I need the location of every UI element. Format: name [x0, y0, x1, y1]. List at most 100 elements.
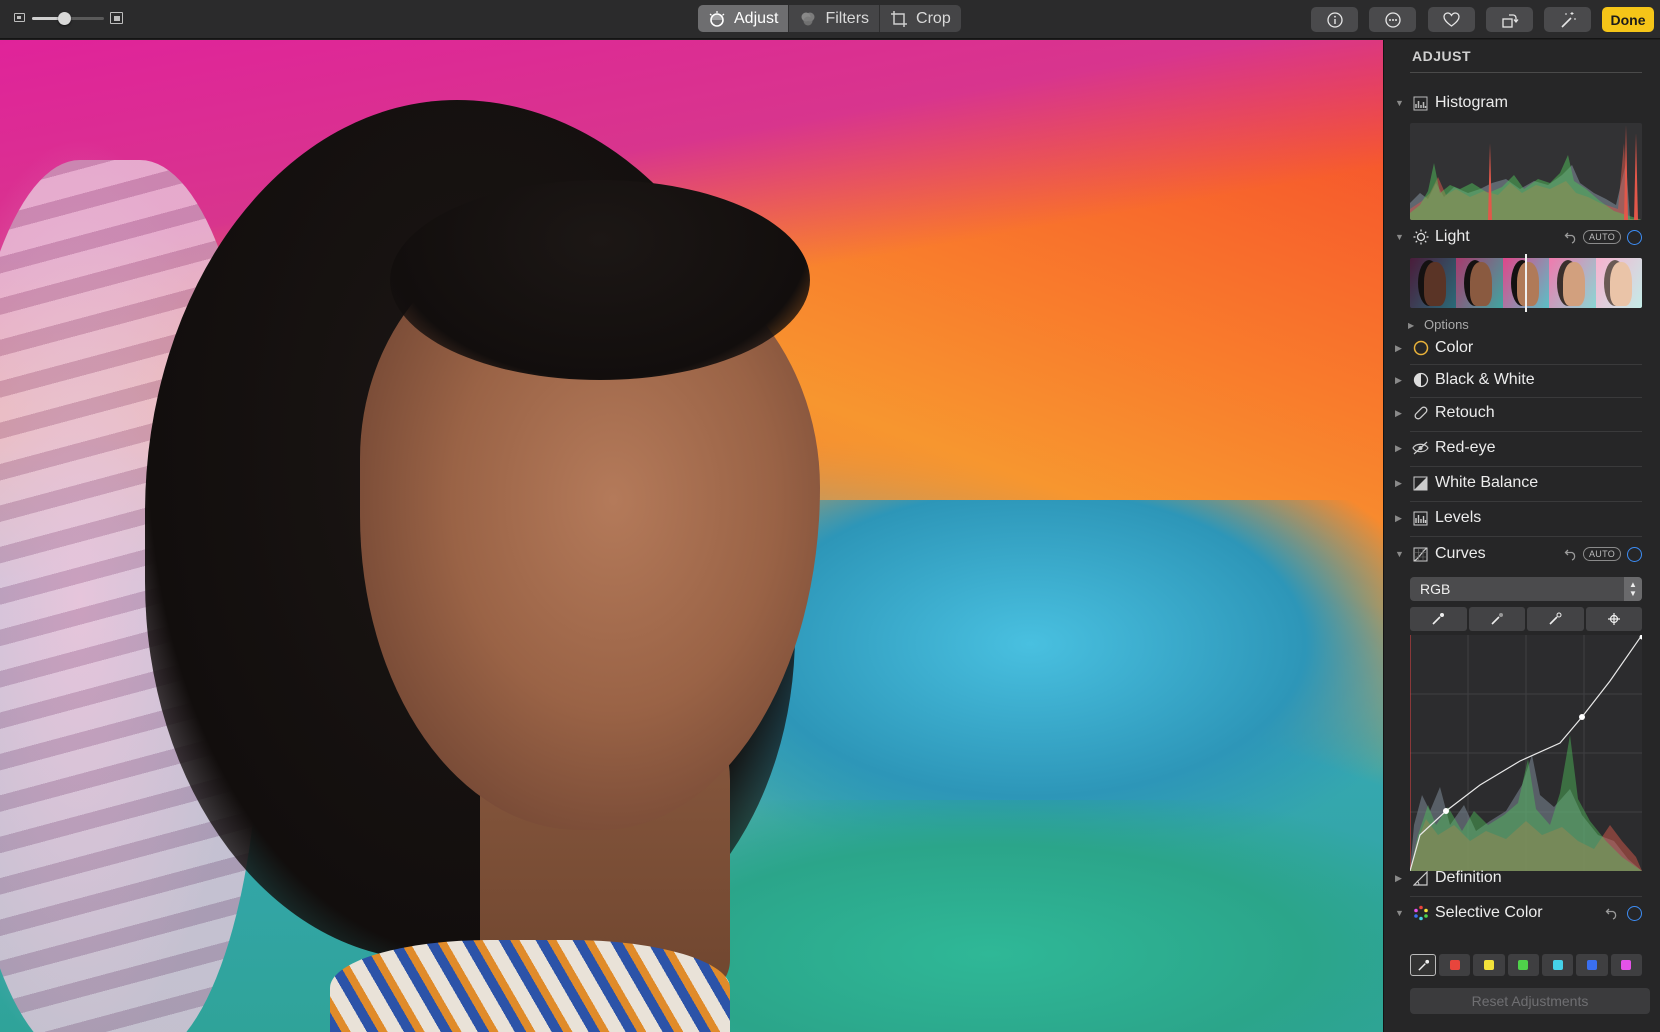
add-point-picker[interactable]: [1585, 607, 1642, 631]
auto-enhance-button[interactable]: [1544, 7, 1591, 32]
section-label: Levels: [1435, 509, 1482, 526]
done-button[interactable]: Done: [1602, 7, 1654, 32]
enable-toggle[interactable]: [1627, 229, 1642, 245]
crop-icon: [890, 10, 908, 28]
white-point-picker[interactable]: [1527, 607, 1584, 631]
tab-crop-label: Crop: [916, 9, 951, 27]
sidebar-title: ADJUST: [1412, 48, 1472, 64]
curves-graph[interactable]: [1409, 634, 1645, 872]
sun-icon: [1412, 229, 1429, 246]
heart-icon: [1443, 12, 1460, 27]
black-point-picker[interactable]: [1410, 607, 1467, 631]
magic-wand-icon: [1560, 11, 1575, 28]
disclosure-closed-icon[interactable]: ▶: [1395, 478, 1405, 488]
levels-icon: [1412, 510, 1429, 527]
disclosure-closed-icon[interactable]: ▶: [1395, 443, 1405, 453]
light-thumbnail[interactable]: [1410, 258, 1457, 308]
disclosure-closed-icon[interactable]: ▶: [1408, 321, 1414, 330]
enable-toggle[interactable]: [1627, 546, 1642, 562]
section-levels[interactable]: ▶ Levels: [1384, 503, 1660, 533]
zoom-in-icon[interactable]: [110, 12, 123, 24]
more-icon: [1384, 11, 1401, 28]
reset-adjustments-button[interactable]: Reset Adjustments: [1410, 988, 1650, 1014]
auto-button[interactable]: AUTO: [1583, 230, 1622, 244]
section-label: White Balance: [1435, 474, 1539, 491]
section-color[interactable]: ▶ Color: [1384, 333, 1660, 363]
info-button[interactable]: [1311, 7, 1358, 32]
options-link[interactable]: Options: [1424, 317, 1469, 332]
section-black-white[interactable]: ▶ Black & White: [1384, 365, 1660, 395]
section-definition[interactable]: ▶ Definition: [1384, 863, 1660, 893]
section-light[interactable]: ▼ Light AUTO: [1384, 222, 1660, 252]
tab-crop[interactable]: Crop: [879, 5, 961, 32]
disclosure-closed-icon[interactable]: ▶: [1395, 343, 1405, 353]
rotate-button[interactable]: [1486, 7, 1533, 32]
curves-pickers: [1410, 607, 1642, 631]
section-label: Curves: [1435, 545, 1486, 562]
crosshair-icon: [1607, 613, 1620, 625]
disclosure-closed-icon[interactable]: ▶: [1395, 375, 1405, 385]
photo-canvas[interactable]: [0, 40, 1383, 1032]
undo-arrow-icon[interactable]: [1605, 906, 1619, 920]
swatch-blue[interactable]: [1576, 954, 1608, 976]
auto-button[interactable]: AUTO: [1583, 547, 1622, 561]
section-label: Definition: [1435, 869, 1502, 886]
section-selective-color[interactable]: ▼ Selective Color: [1384, 898, 1660, 928]
swatch-cyan[interactable]: [1541, 954, 1574, 976]
enable-toggle[interactable]: [1627, 905, 1642, 921]
tab-adjust[interactable]: Adjust: [698, 5, 789, 32]
info-icon: [1326, 11, 1343, 28]
more-button[interactable]: [1369, 7, 1416, 32]
gray-point-picker[interactable]: [1468, 607, 1525, 631]
eyedropper-icon: [1417, 959, 1429, 971]
definition-triangle-icon: [1412, 870, 1429, 887]
zoom-out-icon[interactable]: [14, 13, 25, 22]
section-histogram[interactable]: ▼ Histogram: [1384, 88, 1660, 118]
curve-point[interactable]: [1579, 714, 1585, 720]
light-thumbnail[interactable]: [1456, 258, 1503, 308]
curves-channel-select[interactable]: RGB ▲ ▼: [1410, 577, 1642, 601]
adjust-sidebar: ADJUST ▼ Histogram ▼ Light AUTO ▶ Option…: [1383, 40, 1660, 1032]
disclosure-closed-icon[interactable]: ▶: [1395, 408, 1405, 418]
disclosure-open-icon[interactable]: ▼: [1395, 232, 1405, 242]
section-label: Histogram: [1435, 94, 1508, 111]
toolbar: Adjust Filters Crop Done: [0, 0, 1660, 39]
swatch-yellow[interactable]: [1473, 954, 1505, 976]
favorite-button[interactable]: [1428, 7, 1475, 32]
divider: [1410, 466, 1642, 467]
divider: [1410, 72, 1642, 73]
undo-arrow-icon[interactable]: [1564, 230, 1578, 244]
eyedropper-black-icon: [1432, 613, 1445, 625]
tab-filters[interactable]: Filters: [788, 5, 879, 32]
selective-color-picker[interactable]: [1410, 954, 1436, 976]
section-curves[interactable]: ▼ Curves AUTO: [1384, 539, 1660, 569]
light-thumbnail[interactable]: [1549, 258, 1596, 308]
curves-channel-value: RGB: [1420, 581, 1451, 597]
undo-arrow-icon[interactable]: [1564, 547, 1578, 561]
section-red-eye[interactable]: ▶ Red-eye: [1384, 433, 1660, 463]
disclosure-open-icon[interactable]: ▼: [1395, 549, 1405, 559]
disclosure-open-icon[interactable]: ▼: [1395, 98, 1405, 108]
swatch-magenta[interactable]: [1610, 954, 1642, 976]
light-thumbnail[interactable]: [1595, 258, 1642, 308]
rotate-icon: [1501, 13, 1519, 28]
section-retouch[interactable]: ▶ Retouch: [1384, 398, 1660, 428]
curve-point[interactable]: [1443, 808, 1449, 814]
histogram-icon: [1412, 95, 1429, 112]
disclosure-open-icon[interactable]: ▼: [1395, 908, 1405, 918]
divider: [1410, 896, 1642, 897]
disclosure-closed-icon[interactable]: ▶: [1395, 513, 1405, 523]
zoom-slider-knob[interactable]: [58, 12, 72, 25]
disclosure-closed-icon[interactable]: ▶: [1395, 873, 1405, 883]
color-dots-icon: [1412, 905, 1429, 922]
light-slider-handle[interactable]: [1525, 254, 1527, 312]
section-white-balance[interactable]: ▶ White Balance: [1384, 468, 1660, 498]
swatch-green[interactable]: [1507, 954, 1539, 976]
zoom-slider[interactable]: [32, 12, 104, 25]
curves-icon: [1412, 546, 1429, 563]
selective-color-swatches: [1410, 954, 1642, 976]
photo-bangs: [390, 180, 810, 380]
tab-adjust-label: Adjust: [734, 9, 779, 27]
edit-mode-tabs: Adjust Filters Crop: [698, 5, 961, 32]
swatch-red[interactable]: [1439, 954, 1471, 976]
